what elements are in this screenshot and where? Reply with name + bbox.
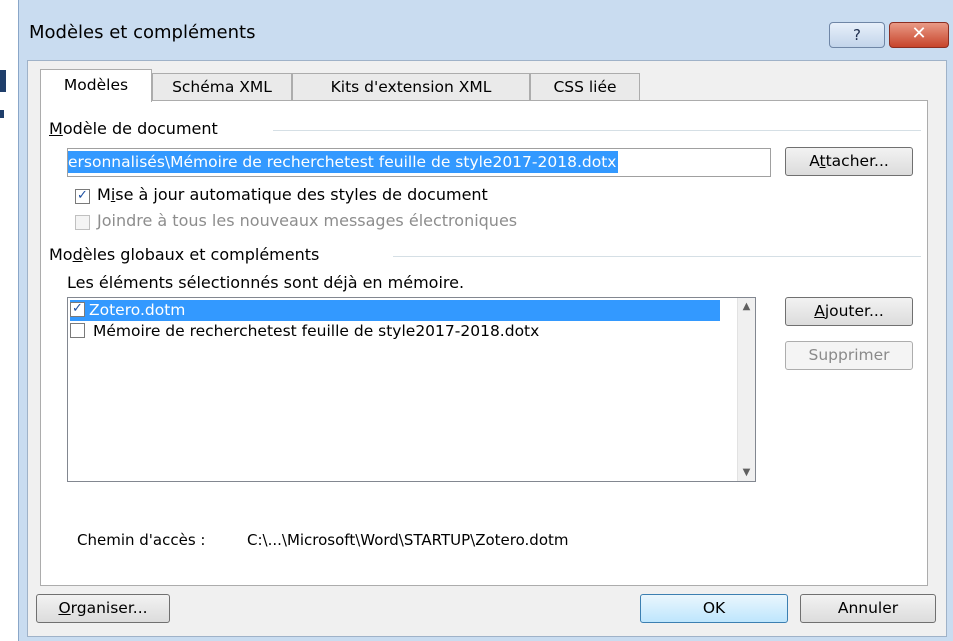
auto-update-styles-label[interactable]: Mise à jour automatique des styles de do… bbox=[97, 185, 488, 204]
global-templates-list[interactable]: ✓ Zotero.dotm Mémoire de recherchetest fe… bbox=[67, 297, 756, 482]
selected-path-text: ersonnalisés\Mémoire de recherchetest fe… bbox=[68, 151, 619, 173]
list-item-checkbox[interactable] bbox=[70, 323, 85, 338]
cancel-button[interactable]: Annuler bbox=[800, 594, 936, 623]
tab-panel-modeles: Modèle de document ersonnalisés\Mémoire … bbox=[40, 100, 928, 586]
organizer-button[interactable]: Organiser... bbox=[36, 594, 170, 623]
auto-update-styles-checkbox[interactable]: ✓ bbox=[75, 189, 90, 204]
dialog-window: Modèles et compléments ? ✕ Modèles Schém… bbox=[18, 0, 953, 641]
list-item-checkbox[interactable]: ✓ bbox=[70, 302, 85, 317]
background-app-edge bbox=[0, 70, 6, 92]
tab-label: CSS liée bbox=[553, 78, 617, 96]
list-item-memoire-template[interactable]: Mémoire de recherchetest feuille de styl… bbox=[70, 321, 539, 342]
dialog-title: Modèles et compléments bbox=[29, 22, 256, 43]
dialog-titlebar[interactable]: Modèles et compléments ? ✕ bbox=[19, 0, 953, 62]
close-button[interactable]: ✕ bbox=[889, 22, 949, 48]
group-label-text: Mo bbox=[49, 245, 73, 264]
mnemonic-letter: M bbox=[49, 119, 63, 138]
dialog-client-area: Modèles Schéma XML Kits d'extension XML … bbox=[27, 60, 947, 637]
group-label-text: èles globaux et compléments bbox=[82, 245, 320, 264]
label-text: se à jour automatique des styles de docu… bbox=[115, 185, 488, 204]
tab-label: Modèles bbox=[63, 76, 129, 94]
label-text: M bbox=[97, 185, 111, 204]
group-separator bbox=[273, 130, 921, 131]
tab-schema-xml[interactable]: Schéma XML bbox=[152, 73, 292, 100]
background-app-strip bbox=[0, 0, 18, 641]
ok-button[interactable]: OK bbox=[640, 594, 788, 623]
document-template-group-label: Modèle de document bbox=[49, 119, 218, 138]
tab-modeles[interactable]: Modèles bbox=[40, 69, 152, 102]
scroll-up-arrow-icon[interactable]: ▲ bbox=[738, 298, 755, 315]
attach-to-emails-checkbox bbox=[75, 215, 90, 230]
group-separator bbox=[393, 256, 921, 257]
attach-to-emails-label: Joindre à tous les nouveaux messages éle… bbox=[97, 211, 518, 230]
button-text: jouter... bbox=[824, 302, 884, 320]
path-label: Chemin d'accès : bbox=[77, 531, 206, 549]
path-value: C:\...\Microsoft\Word\STARTUP\Zotero.dot… bbox=[247, 531, 569, 549]
remove-template-button: Supprimer bbox=[785, 341, 913, 370]
button-text: A bbox=[809, 152, 820, 170]
tab-label: Schéma XML bbox=[172, 78, 272, 96]
tab-css-liee[interactable]: CSS liée bbox=[530, 73, 640, 100]
help-button[interactable]: ? bbox=[829, 22, 885, 48]
document-template-path-field[interactable]: ersonnalisés\Mémoire de recherchetest fe… bbox=[67, 148, 771, 177]
mnemonic-letter: d bbox=[72, 245, 83, 264]
button-text: tacher... bbox=[825, 152, 889, 170]
attach-button[interactable]: Attacher... bbox=[785, 147, 913, 176]
list-item-label: Zotero.dotm bbox=[89, 301, 186, 319]
help-icon: ? bbox=[853, 26, 861, 44]
screen-background: Modèles et compléments ? ✕ Modèles Schém… bbox=[0, 0, 953, 641]
global-templates-group-label: Modèles globaux et compléments bbox=[49, 245, 319, 264]
list-scrollbar[interactable]: ▲ ▼ bbox=[737, 298, 755, 481]
mnemonic-letter: A bbox=[814, 302, 825, 320]
list-item-label: Mémoire de recherchetest feuille de styl… bbox=[93, 322, 540, 340]
mnemonic-letter: O bbox=[58, 599, 71, 617]
scroll-down-arrow-icon[interactable]: ▼ bbox=[738, 464, 755, 481]
close-icon: ✕ bbox=[911, 23, 927, 44]
tab-label: Kits d'extension XML bbox=[330, 78, 492, 96]
background-app-edge-mark bbox=[0, 110, 4, 118]
tab-kits-extension-xml[interactable]: Kits d'extension XML bbox=[292, 73, 530, 100]
loaded-items-info: Les éléments sélectionnés sont déjà en m… bbox=[67, 273, 465, 292]
list-item-zotero[interactable]: ✓ Zotero.dotm bbox=[70, 300, 720, 321]
add-template-button[interactable]: Ajouter... bbox=[785, 297, 913, 326]
button-text: rganiser... bbox=[70, 599, 148, 617]
group-label-text: odèle de document bbox=[62, 119, 218, 138]
